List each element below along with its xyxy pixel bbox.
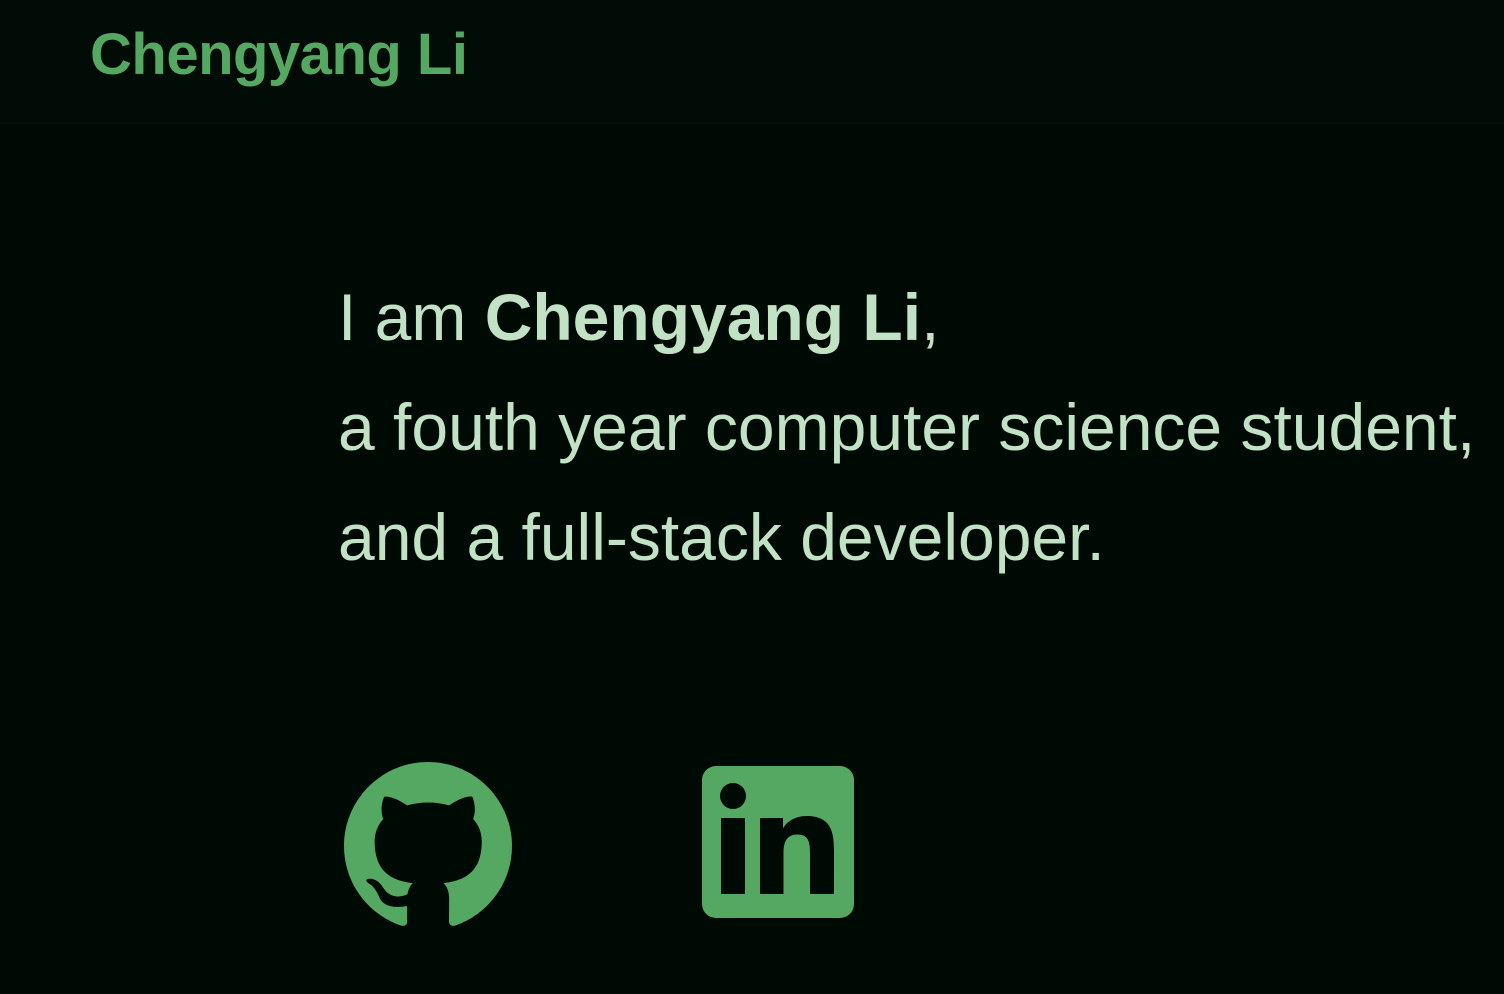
github-icon — [344, 762, 512, 926]
intro-prefix: I am — [338, 280, 485, 354]
intro-comma: , — [921, 280, 940, 354]
intro-line-2: a fouth year computer science student, — [338, 390, 1476, 464]
linkedin-icon — [702, 766, 854, 918]
intro-text: I am Chengyang Li, a fouth year computer… — [338, 262, 1504, 592]
github-link[interactable] — [344, 762, 512, 930]
intro-line-3: and a full-stack developer. — [338, 500, 1105, 574]
site-header: Chengyang Li — [0, 0, 1504, 124]
linkedin-link[interactable] — [702, 766, 854, 918]
brand-link[interactable]: Chengyang Li — [90, 22, 468, 88]
intro-line-1: I am Chengyang Li, — [338, 262, 1504, 372]
intro-name: Chengyang Li — [484, 280, 922, 354]
